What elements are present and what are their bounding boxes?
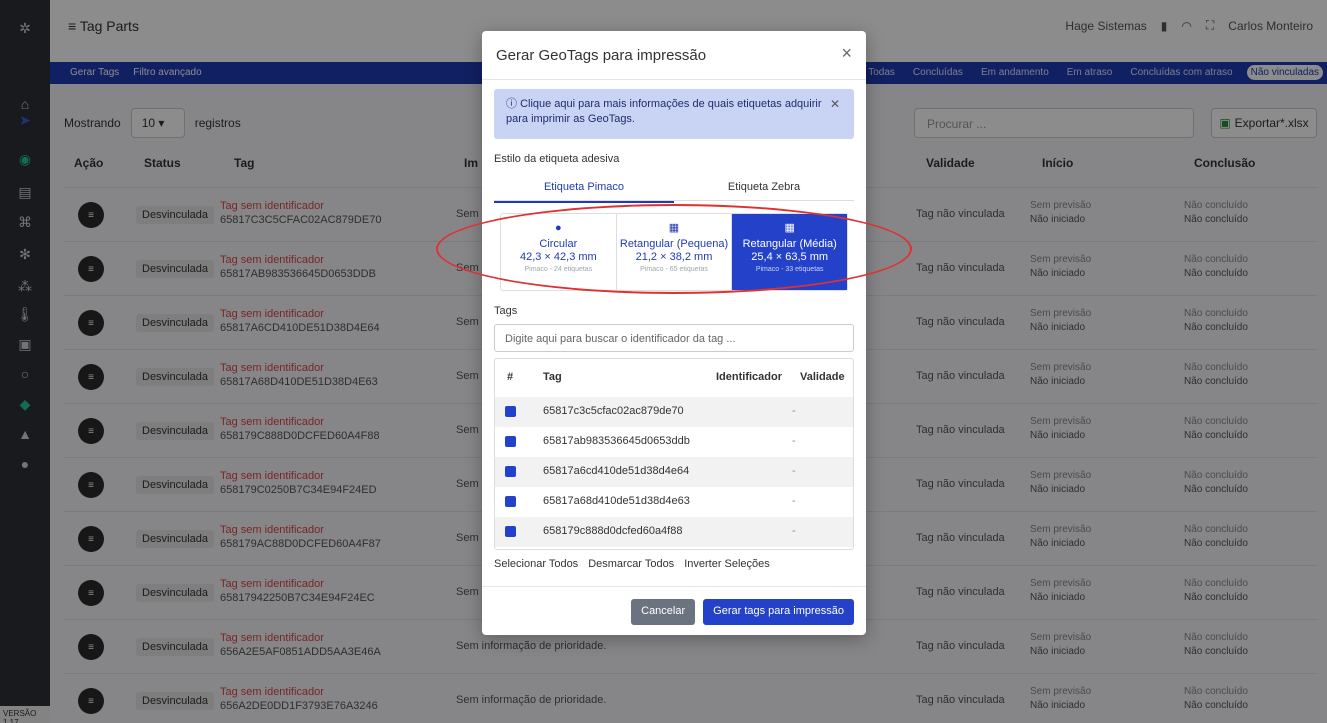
tab-zebra[interactable]: Etiqueta Zebra (674, 181, 854, 193)
label-tabs: Etiqueta Pimaco Etiqueta Zebra (494, 177, 854, 203)
col-validade: Validade (800, 371, 845, 383)
cancel-button[interactable]: Cancelar (631, 599, 696, 625)
modal-title: Gerar GeoTags para impressão (496, 47, 707, 64)
tag-id: 65817ab983536645d0653ddb (543, 435, 690, 447)
col-tag: Tag (543, 371, 562, 383)
checkbox[interactable] (505, 466, 516, 477)
checkbox[interactable] (505, 436, 516, 447)
divider (482, 79, 866, 80)
col-identificador: Identificador (716, 371, 783, 383)
close-icon[interactable]: ✕ (830, 97, 840, 112)
validade: - (792, 435, 796, 447)
selection-actions: Selecionar Todos Desmarcar Todos Inverte… (494, 558, 770, 570)
tag-id: 65817a6cd410de51d38d4e64 (543, 465, 690, 477)
tag-id: 658179c888d0dcfed60a4f88 (543, 525, 683, 537)
submit-button[interactable]: Gerar tags para impressão (703, 599, 854, 625)
modal-footer: Cancelar Gerar tags para impressão (631, 599, 854, 625)
checkbox[interactable] (505, 406, 516, 417)
table-row[interactable]: 65817c3c5cfac02ac879de70 - (495, 397, 853, 427)
table-row[interactable]: 65817a6cd410de51d38d4e64 - (495, 457, 853, 487)
estilo-label: Estilo da etiqueta adesiva (494, 153, 620, 165)
col-hash: # (507, 371, 514, 383)
tags-table: # Tag Identificador Validade 65817c3c5cf… (494, 358, 854, 550)
validade: - (792, 495, 796, 507)
select-all-button[interactable]: Selecionar Todos (494, 558, 578, 570)
tag-id: 65817c3c5cfac02ac879de70 (543, 405, 684, 417)
checkbox[interactable] (505, 526, 516, 537)
table-row[interactable]: 65817ab983536645d0653ddb - (495, 427, 853, 457)
tags-label: Tags (494, 305, 518, 317)
deselect-all-button[interactable]: Desmarcar Todos (588, 558, 674, 570)
info-icon: ⓘ (506, 98, 521, 110)
table-row[interactable]: 658179c888d0dcfed60a4f88 - (495, 517, 853, 547)
tag-search-input[interactable]: Digite aqui para buscar o identificador … (494, 324, 854, 352)
tag-id: 65817a68d410de51d38d4e63 (543, 495, 690, 507)
tab-pimaco[interactable]: Etiqueta Pimaco (494, 181, 674, 203)
info-alert[interactable]: ⓘ Clique aqui para mais informações de q… (494, 89, 854, 139)
highlight-ellipse (436, 204, 912, 294)
validade: - (792, 405, 796, 417)
geotags-modal: Gerar GeoTags para impressão × ⓘ Clique … (482, 31, 866, 635)
validade: - (792, 525, 796, 537)
invert-selection-button[interactable]: Inverter Seleções (684, 558, 770, 570)
tags-table-header: # Tag Identificador Validade (495, 359, 853, 395)
divider (482, 586, 866, 587)
info-text: Clique aqui para mais informações de qua… (506, 98, 822, 125)
checkbox[interactable] (505, 496, 516, 507)
table-row[interactable]: 65817a68d410de51d38d4e63 - (495, 487, 853, 517)
close-icon[interactable]: × (841, 43, 852, 64)
validade: - (792, 465, 796, 477)
